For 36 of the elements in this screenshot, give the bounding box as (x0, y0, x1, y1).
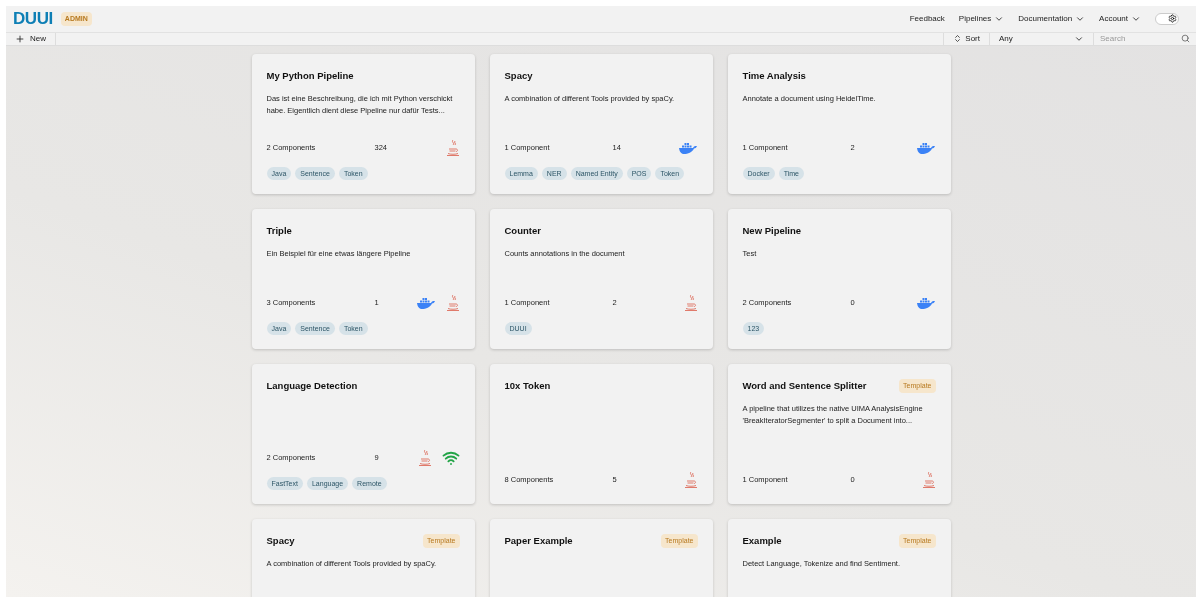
gear-icon (1168, 14, 1177, 24)
card-title: Triple (266, 223, 292, 238)
coffee-cup-icon (921, 470, 936, 489)
card-title: Spacy (504, 68, 533, 83)
plus-icon (15, 33, 25, 44)
coffee-cup-icon (683, 470, 698, 489)
coffee-cup-icon (445, 138, 460, 157)
theme-toggle[interactable] (1155, 12, 1179, 25)
card-title: Word and Sentence Splitter (742, 378, 867, 393)
nav-link[interactable]: Documentation (1018, 12, 1086, 25)
filter-select[interactable]: Any (989, 32, 1093, 45)
search-icon (1181, 34, 1190, 43)
whale-icon (415, 295, 436, 310)
sort-icon (953, 34, 963, 43)
nav-link[interactable]: Feedback (909, 12, 945, 25)
card-title: New Pipeline (742, 223, 802, 238)
sort-button[interactable]: Sort (943, 32, 989, 45)
coffee-cup-icon (417, 448, 432, 467)
card-title: Paper Example (504, 533, 573, 548)
card-title: Language Detection (266, 378, 358, 393)
card-title: Spacy (266, 533, 295, 548)
nav-link[interactable]: Account (1099, 12, 1141, 25)
new-button[interactable]: New (6, 32, 56, 45)
card-title: 10x Token (504, 378, 551, 393)
card-title: Time Analysis (742, 68, 806, 83)
logo[interactable]: DUUI (13, 6, 53, 32)
card-title: Example (742, 533, 782, 548)
coffee-cup-icon (445, 293, 460, 312)
search-field[interactable]: Search (1100, 32, 1181, 45)
nav-link[interactable]: Pipelines (958, 12, 1005, 25)
whale-icon (915, 295, 936, 310)
whale-icon (677, 140, 698, 155)
card-title: My Python Pipeline (266, 68, 354, 83)
card-title: Counter (504, 223, 541, 238)
whale-icon (915, 140, 936, 155)
coffee-cup-icon (683, 293, 698, 312)
